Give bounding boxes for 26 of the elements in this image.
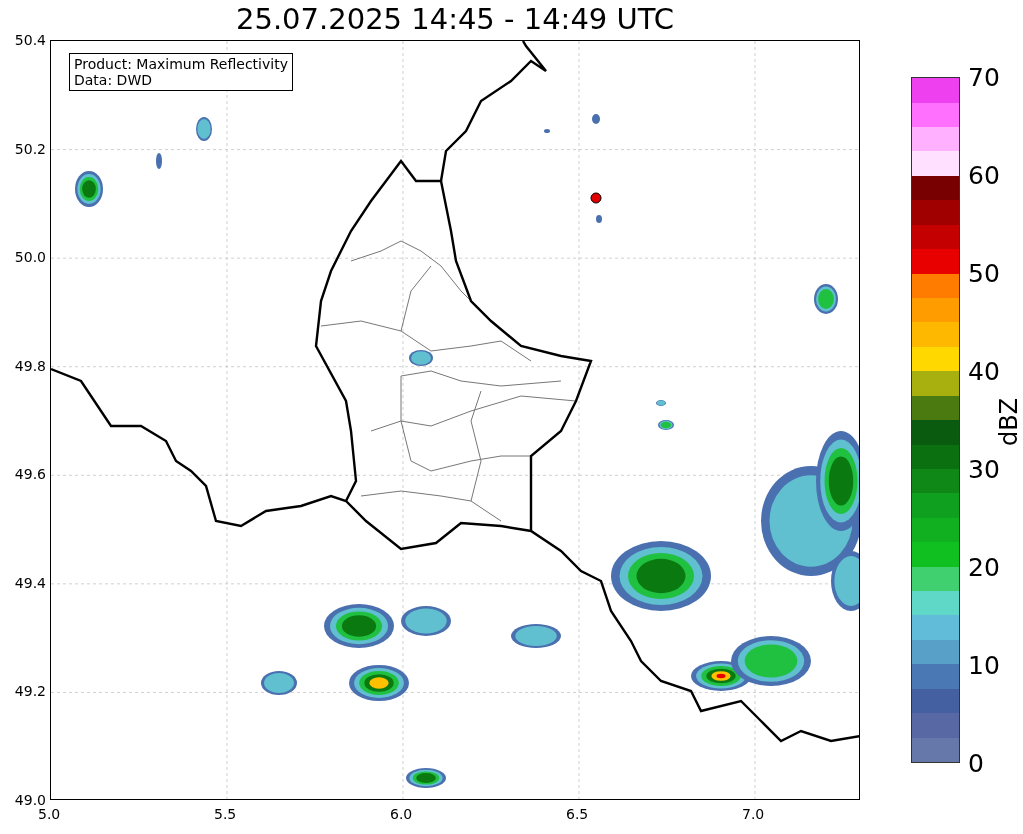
colorbar-tick-label: 40 xyxy=(968,358,1000,384)
colorbar-tick-label: 60 xyxy=(968,162,1000,188)
x-tick-label: 6.0 xyxy=(390,806,413,822)
legend-text: Data: DWD xyxy=(74,72,153,88)
colorbar-label: dBZ xyxy=(995,397,1023,447)
colorbar-tick-label: 30 xyxy=(968,456,1000,482)
y-tick-label: 50.2 xyxy=(14,140,46,157)
y-tick-label: 49.4 xyxy=(14,574,46,591)
colorbar-tick-label: 70 xyxy=(968,64,1000,90)
y-tick-label: 49.0 xyxy=(14,792,46,808)
colorbar-tick-label: 50 xyxy=(968,260,1000,286)
chart-title: 25.07.2025 14:45 - 14:49 UTC xyxy=(235,2,675,36)
x-tick-label: 6.5 xyxy=(566,806,589,822)
y-tick-label: 50.0 xyxy=(14,249,46,266)
x-tick-label: 7.0 xyxy=(742,806,765,822)
colorbar-tick-label: 0 xyxy=(968,750,984,776)
colorbar-tick-label: 10 xyxy=(968,652,1000,678)
x-tick-label: 5.5 xyxy=(214,806,237,822)
y-tick-label: 50.4 xyxy=(14,32,46,48)
y-tick-label: 49.6 xyxy=(14,466,46,483)
x-tick-label: 5.0 xyxy=(38,806,61,822)
legend-text: Product: Maximum Reflectivity xyxy=(74,56,288,72)
y-tick-label: 49.8 xyxy=(14,357,46,374)
y-tick-label: 49.2 xyxy=(14,683,46,700)
colorbar-tick-label: 20 xyxy=(968,554,1000,580)
location-marker xyxy=(590,192,602,204)
